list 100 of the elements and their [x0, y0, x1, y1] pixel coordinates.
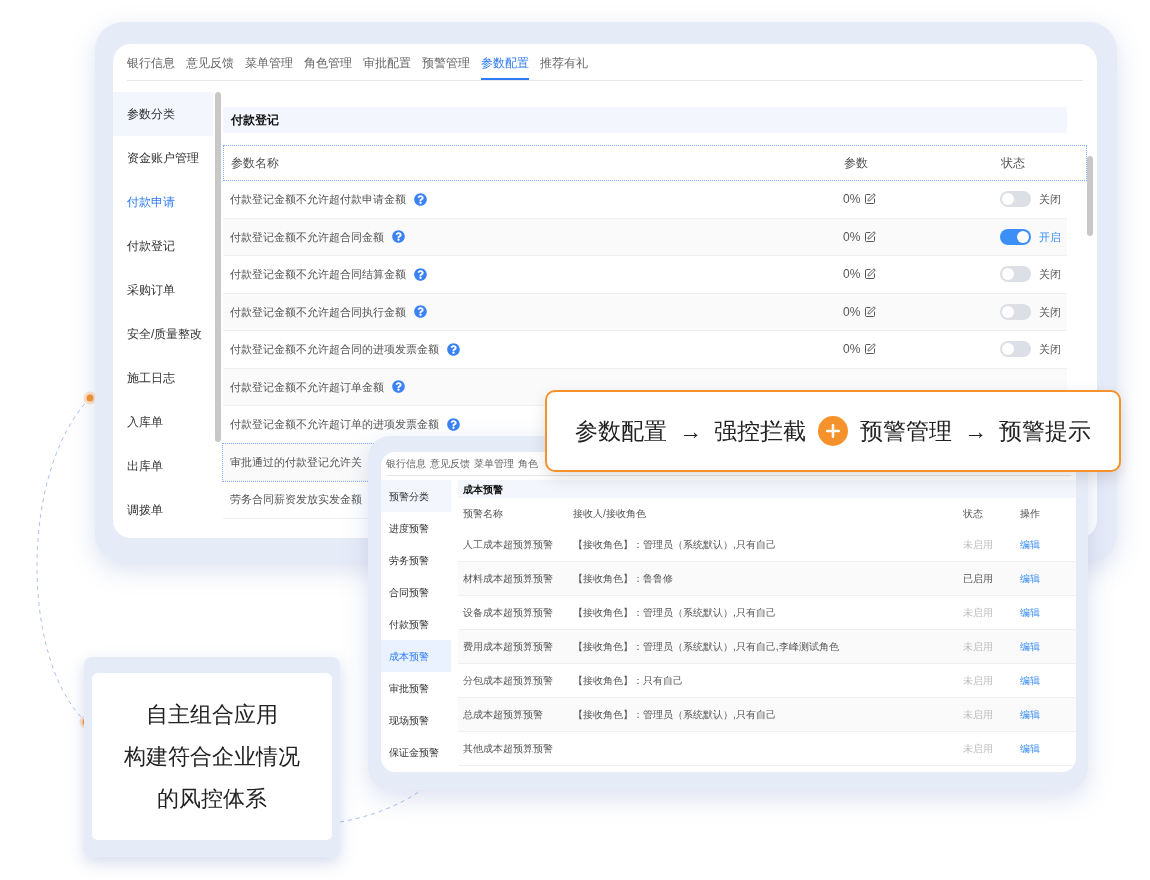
sidebar-item[interactable]: 合同预警	[381, 576, 451, 608]
edit-icon[interactable]	[864, 230, 877, 243]
flow-step: 强控拦截	[714, 413, 806, 449]
status-label: 关闭	[1039, 304, 1061, 320]
column-header: 操作	[1020, 506, 1040, 521]
tab[interactable]: 参数配置	[481, 54, 529, 80]
tab[interactable]: 角色	[518, 456, 538, 471]
sidebar-item[interactable]: 付款预警	[381, 608, 451, 640]
parameter-name: 付款登记金额不允许超付款申请金额	[230, 192, 406, 207]
parameter-value: 0%	[843, 191, 861, 209]
help-icon[interactable]	[447, 417, 460, 431]
plus-icon	[818, 416, 848, 446]
tab[interactable]: 菜单管理	[245, 54, 293, 80]
flow-step: 预警管理	[860, 413, 952, 449]
edit-link[interactable]: 编辑	[1020, 537, 1040, 552]
tab[interactable]: 意见反馈	[186, 54, 234, 80]
table-cell-text: 设备成本超预算预警	[462, 606, 554, 620]
edit-link[interactable]: 编辑	[1020, 605, 1040, 620]
help-icon[interactable]	[414, 267, 427, 281]
help-icon[interactable]	[414, 192, 427, 206]
status-label: 已启用	[963, 572, 994, 586]
sidebar-item[interactable]: 进度预警	[381, 512, 451, 544]
table-cell-text: 费用成本超预算预警	[462, 640, 554, 654]
table-cell: 【接收角色】：管理员（系统默认）,只有自己	[573, 539, 776, 550]
toggle-switch[interactable]	[1000, 341, 1031, 358]
sidebar-item[interactable]: 付款登记	[113, 224, 213, 268]
sidebar-item[interactable]: 出库单	[113, 444, 213, 488]
help-icon[interactable]	[392, 380, 405, 394]
parameter-value: 0%	[843, 341, 861, 359]
parameter-name: 付款登记金额不允许超订单金额	[230, 379, 384, 395]
parameter-name: 付款登记金额不允许超订单的进项发票金额	[230, 417, 439, 432]
parameter-name: 劳务合同薪资发放实发金额	[229, 492, 362, 507]
sidebar-item[interactable]: 资金账户管理	[113, 136, 213, 180]
sidebar-item[interactable]: 劳务预警	[381, 544, 451, 576]
status-label: 关闭	[1039, 267, 1061, 282]
column-header: 参数	[844, 155, 869, 172]
status-label: 未启用	[963, 742, 994, 756]
help-icon[interactable]	[414, 305, 427, 319]
toggle-switch[interactable]	[1000, 303, 1031, 320]
table-cell: 【接收角色】：鲁鲁修	[573, 573, 673, 584]
toggle-switch[interactable]	[1000, 228, 1031, 245]
sidebar-item[interactable]: 成本预警	[381, 640, 451, 672]
parameter-name: 付款登记金额不允许超合同执行金额	[230, 304, 406, 320]
tab[interactable]: 银行信息	[386, 456, 426, 471]
sidebar-item[interactable]: 保证金预警	[381, 736, 451, 768]
table-cell: 【接收角色】：只有自己	[573, 675, 683, 686]
status-label: 未启用	[963, 606, 994, 620]
sidebar-item[interactable]: 审批预警	[381, 672, 451, 704]
edit-icon[interactable]	[864, 193, 877, 206]
edit-link[interactable]: 编辑	[1020, 571, 1040, 586]
column-header: 预警名称	[462, 506, 504, 521]
column-header: 状态	[963, 506, 984, 521]
table-cell: 【接收角色】：管理员（系统默认）,只有自己,李峰测试角色	[573, 641, 839, 652]
edit-link[interactable]: 编辑	[1020, 639, 1040, 654]
column-header: 接收人/接收角色	[573, 506, 647, 521]
table-cell-text: 总成本超预算预警	[462, 708, 544, 722]
sidebar-item[interactable]: 安全/质量整改	[113, 312, 213, 356]
sidebar-header: 参数分类	[113, 92, 213, 136]
table-cell-text: 人工成本超预算预警	[462, 538, 554, 552]
sidebar-item[interactable]: 施工日志	[113, 356, 213, 400]
status-label: 未启用	[963, 674, 994, 688]
column-header: 参数名称	[230, 155, 280, 172]
help-icon[interactable]	[447, 342, 460, 356]
tab[interactable]: 银行信息	[127, 54, 175, 80]
scrollbar[interactable]	[1087, 156, 1093, 236]
tab[interactable]: 意见反馈	[430, 456, 470, 471]
tab[interactable]: 推荐有礼	[540, 54, 588, 80]
sidebar-item[interactable]: 入库单	[113, 400, 213, 444]
section-header: 成本预警	[458, 480, 1076, 498]
table-cell: 【接收角色】：管理员（系统默认）,只有自己	[573, 607, 776, 618]
edit-icon[interactable]	[864, 305, 877, 318]
table-cell-text: 其他成本超预算预警	[462, 742, 554, 756]
sidebar-item[interactable]: 现场预警	[381, 704, 451, 736]
parameter-name: 付款登记金额不允许超合同结算金额	[230, 267, 406, 282]
parameter-value: 0%	[843, 303, 861, 321]
toggle-switch[interactable]	[1000, 191, 1031, 208]
parameter-name: 付款登记金额不允许超合同金额	[230, 229, 384, 245]
edit-link[interactable]: 编辑	[1020, 741, 1040, 756]
tab[interactable]: 角色管理	[304, 54, 352, 80]
status-label: 关闭	[1039, 192, 1061, 207]
tab[interactable]: 菜单管理	[474, 456, 514, 471]
sidebar-item[interactable]: 付款申请	[113, 180, 213, 224]
flow-step: 参数配置	[575, 413, 667, 449]
edit-icon[interactable]	[864, 268, 877, 281]
parameter-value: 0%	[843, 228, 861, 246]
arrow-symbol: →	[679, 416, 702, 446]
sidebar-item[interactable]: 采购订单	[113, 268, 213, 312]
status-label: 未启用	[963, 538, 994, 552]
sidebar-item[interactable]: 调拨单	[113, 488, 213, 532]
tab[interactable]: 预警管理	[422, 54, 470, 80]
edit-icon[interactable]	[864, 343, 877, 356]
edit-link[interactable]: 编辑	[1020, 707, 1040, 722]
column-header: 状态	[1001, 155, 1025, 172]
tab[interactable]: 审批配置	[363, 54, 411, 80]
edit-link[interactable]: 编辑	[1020, 673, 1040, 688]
arrow-symbol: →	[964, 416, 987, 446]
scrollbar[interactable]	[215, 92, 221, 442]
help-icon[interactable]	[392, 230, 405, 244]
toggle-switch[interactable]	[1000, 266, 1031, 283]
feature-description: 自主组合应用 构建符合企业情况 的风控体系	[124, 700, 300, 813]
